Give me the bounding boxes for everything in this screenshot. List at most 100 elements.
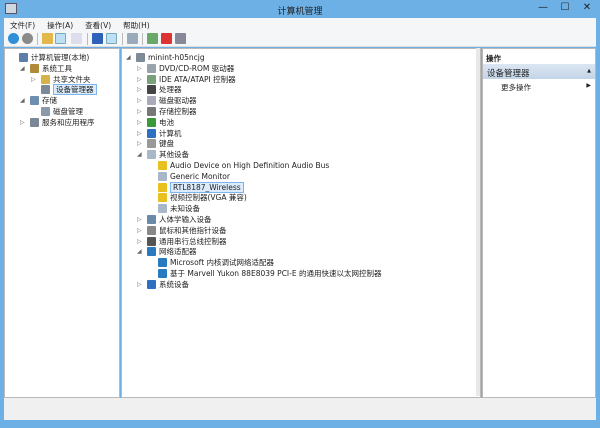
tree-item-label: DVD/CD-ROM 驱动器 [159, 63, 235, 73]
action-more-actions[interactable]: 更多操作 ▶ [483, 81, 595, 93]
expander-icon[interactable]: ▷ [31, 74, 37, 85]
vertical-scrollbar[interactable] [476, 48, 480, 396]
tree-item[interactable]: ▷ DVD/CD-ROM 驱动器 [122, 63, 480, 74]
tree-item[interactable]: ▷ 处理器 [122, 84, 480, 95]
tree-item[interactable]: ▷ 键盘 [122, 138, 480, 149]
tree-item-label: RTL8187_Wireless [170, 181, 244, 193]
device-icon [147, 117, 156, 127]
expander-icon[interactable]: ▷ [20, 117, 26, 128]
expander-icon[interactable]: ▷ [137, 95, 143, 106]
tree-item[interactable]: ◢ 其他设备 [122, 149, 480, 160]
expander-icon[interactable]: ▷ [137, 138, 143, 149]
device-icon [30, 96, 39, 106]
help-icon[interactable] [92, 33, 103, 44]
tree-item-label: 网络适配器 [159, 247, 197, 257]
tree-item[interactable]: ▷ IDE ATA/ATAPI 控制器 [122, 74, 480, 85]
expander-icon[interactable]: ◢ [20, 95, 26, 106]
expander-icon[interactable]: ▷ [137, 63, 143, 74]
device-icon [147, 150, 156, 160]
expander-icon[interactable]: ▷ [137, 106, 143, 117]
tree-item-label: Generic Monitor [170, 171, 230, 181]
tree-item-label: 磁盘驱动器 [159, 96, 197, 106]
device-icon [158, 161, 167, 170]
expander-icon[interactable]: ◢ [20, 63, 26, 74]
show-tree-icon[interactable] [55, 33, 66, 44]
tree-item[interactable]: 磁盘管理 [5, 106, 119, 117]
tree-item[interactable]: 未知设备 [122, 203, 480, 214]
actions-section-device-manager[interactable]: 设备管理器 ▲ [483, 64, 595, 79]
expander-icon[interactable]: ▷ [137, 84, 143, 95]
tree-item[interactable]: ◢ 存储 [5, 95, 119, 106]
submenu-arrow-icon: ▶ [586, 82, 591, 89]
maximize-button[interactable]: ☐ [556, 2, 574, 13]
show-action-pane-icon[interactable] [106, 33, 117, 44]
tree-item[interactable]: ▷ 共享文件夹 [5, 74, 119, 85]
device-icon [30, 63, 39, 73]
expander-icon[interactable]: ◢ [137, 149, 143, 160]
tree-item[interactable]: ▷ 鼠标和其他指针设备 [122, 225, 480, 236]
close-button[interactable]: ✕ [578, 2, 596, 13]
tree-item[interactable]: 设备管理器 [5, 84, 119, 96]
menu-help[interactable]: 帮助(H) [117, 18, 156, 31]
tree-item[interactable]: 计算机管理(本地) [5, 52, 119, 63]
tree-item-label: 计算机 [159, 128, 182, 138]
device-icon [147, 225, 156, 235]
update-driver-icon[interactable] [147, 33, 158, 44]
tree-item[interactable]: ▷ 磁盘驱动器 [122, 95, 480, 106]
tree-item[interactable]: ◢ minint-h05ncjg [122, 52, 480, 63]
up-level-icon[interactable] [42, 33, 53, 44]
tree-item[interactable]: RTL8187_Wireless [122, 181, 480, 193]
expander-icon[interactable]: ▷ [137, 236, 143, 247]
expander-icon[interactable]: ◢ [137, 246, 143, 257]
expander-icon[interactable]: ▷ [137, 128, 143, 139]
tree-item[interactable]: 视频控制器(VGA 兼容) [122, 192, 480, 203]
tree-item-label: 未知设备 [170, 204, 200, 214]
actions-pane: 操作 设备管理器 ▲ 更多操作 ▶ [482, 48, 596, 398]
tree-item-label: minint-h05ncjg [148, 53, 205, 62]
menu-file[interactable]: 文件(F) [4, 18, 41, 31]
tree-item[interactable]: ▷ 系统设备 [122, 279, 480, 290]
properties-icon[interactable] [71, 33, 82, 44]
tree-item-label: IDE ATA/ATAPI 控制器 [159, 74, 236, 84]
tree-item[interactable]: Generic Monitor [122, 171, 480, 182]
tree-item[interactable]: 基于 Marvell Yukon 88E8039 PCI-E 的通用快速以太网控… [122, 268, 480, 279]
tree-item-label: 鼠标和其他指针设备 [159, 225, 227, 235]
window-title: 计算机管理 [277, 7, 323, 17]
scan-hardware-icon[interactable] [127, 33, 138, 44]
tree-item[interactable]: ▷ 人体学输入设备 [122, 214, 480, 225]
tree-item[interactable]: Microsoft 内核调试网络适配器 [122, 257, 480, 268]
tree-item[interactable]: Audio Device on High Definition Audio Bu… [122, 160, 480, 171]
tree-item[interactable]: ▷ 存储控制器 [122, 106, 480, 117]
tree-item-label: 磁盘管理 [53, 107, 83, 116]
tree-item-label: 服务和应用程序 [42, 117, 95, 127]
expander-icon[interactable]: ▷ [137, 74, 143, 85]
title-bar: 计算机管理 — ☐ ✕ [0, 0, 600, 18]
back-icon[interactable] [8, 33, 19, 44]
collapse-icon[interactable]: ▲ [587, 68, 591, 74]
forward-icon[interactable] [22, 33, 33, 44]
tree-item[interactable]: ▷ 通用串行总线控制器 [122, 236, 480, 247]
minimize-button[interactable]: — [534, 2, 552, 13]
device-icon [30, 117, 39, 127]
actions-section-label: 设备管理器 [487, 69, 530, 79]
menu-view[interactable]: 查看(V) [79, 18, 117, 31]
tree-item-label: 共享文件夹 [53, 74, 91, 84]
expander-icon[interactable]: ▷ [137, 214, 143, 225]
expander-icon[interactable]: ◢ [126, 52, 132, 63]
tree-item-label: Audio Device on High Definition Audio Bu… [170, 161, 330, 170]
expander-icon[interactable]: ▷ [137, 279, 143, 290]
menu-bar: 文件(F) 操作(A) 查看(V) 帮助(H) [4, 18, 596, 31]
device-icon [158, 171, 167, 181]
uninstall-icon[interactable] [161, 33, 172, 44]
tree-item[interactable]: ▷ 服务和应用程序 [5, 117, 119, 128]
expander-icon[interactable]: ▷ [137, 117, 143, 128]
tree-item-label: 其他设备 [159, 150, 189, 160]
device-icon [41, 107, 50, 116]
tree-item[interactable]: ▷ 计算机 [122, 128, 480, 139]
tree-item[interactable]: ◢ 系统工具 [5, 63, 119, 74]
tree-item[interactable]: ▷ 电池 [122, 117, 480, 128]
enable-device-icon[interactable] [175, 33, 186, 44]
tree-item[interactable]: ◢ 网络适配器 [122, 246, 480, 257]
menu-action[interactable]: 操作(A) [41, 18, 79, 31]
expander-icon[interactable]: ▷ [137, 225, 143, 236]
